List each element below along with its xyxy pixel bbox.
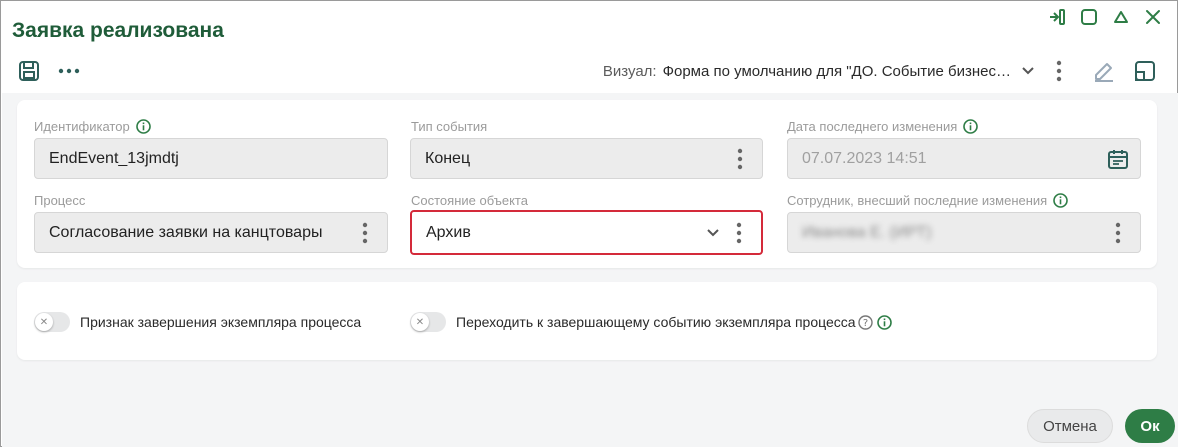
close-icon: ✕ [35, 313, 53, 331]
kebab-icon[interactable] [726, 145, 754, 173]
last-modified-label: Дата последнего изменения [787, 119, 979, 134]
help-icon[interactable]: ? [857, 314, 873, 330]
identifier-label: Идентификатор [34, 119, 151, 134]
svg-text:?: ? [862, 318, 867, 329]
kebab-icon[interactable] [1049, 59, 1069, 83]
dialog-window: Заявка реализована Визуал: Форма по умол… [0, 0, 1178, 447]
toolbar [17, 59, 81, 83]
event-type-field[interactable]: Конец [410, 138, 763, 179]
process-field[interactable]: Согласование заявки на канцтовары [34, 212, 388, 253]
more-icon[interactable] [57, 59, 81, 83]
visual-value: Форма по умолчанию для "ДО. Событие бизн… [662, 62, 1011, 80]
modified-by-field[interactable]: Иванова Е. (ИРТ) [787, 212, 1141, 253]
info-icon[interactable] [963, 119, 979, 134]
event-type-label: Тип события [411, 119, 488, 134]
ok-button[interactable]: Ок [1125, 409, 1175, 443]
close-icon: ✕ [411, 313, 429, 331]
chevron-down-icon[interactable] [703, 223, 723, 243]
object-state-label: Состояние объекта [411, 193, 528, 208]
completion-toggle-row: ✕ Признак завершения экземпляра процесса [34, 312, 361, 332]
cancel-button[interactable]: Отмена [1027, 409, 1113, 443]
dialog-title: Заявка реализована [12, 19, 224, 42]
chevron-down-icon[interactable] [1021, 66, 1035, 76]
layout-icon[interactable] [1132, 58, 1158, 84]
close-icon[interactable] [1143, 7, 1163, 27]
identifier-field[interactable]: EndEvent_13jmdtj [34, 138, 388, 179]
last-modified-field[interactable]: 07.07.2023 14:51 [787, 138, 1141, 179]
calendar-icon[interactable] [1104, 145, 1132, 173]
collapse-icon[interactable] [1111, 7, 1131, 27]
info-icon[interactable] [1053, 193, 1069, 208]
info-icon[interactable] [876, 314, 892, 330]
goto-final-toggle[interactable]: ✕ [410, 312, 446, 332]
info-icon[interactable] [135, 119, 151, 134]
visual-selector[interactable]: Визуал: Форма по умолчанию для "ДО. Собы… [603, 59, 1035, 83]
kebab-icon[interactable] [351, 219, 379, 247]
modified-by-label: Сотрудник, внесший последние изменения [787, 193, 1069, 208]
kebab-icon[interactable] [725, 219, 753, 247]
visual-label: Визуал: [602, 62, 657, 80]
save-icon[interactable] [17, 59, 41, 83]
edit-icon[interactable] [1091, 58, 1117, 84]
pin-icon[interactable] [1047, 7, 1067, 27]
window-controls [1047, 7, 1163, 27]
maximize-icon[interactable] [1079, 7, 1099, 27]
process-label: Процесс [34, 193, 86, 208]
goto-final-toggle-label: Переходить к завершающему событию экземп… [456, 314, 856, 330]
completion-toggle-label: Признак завершения экземпляра процесса [80, 314, 362, 330]
object-state-dropdown[interactable]: Архив [410, 210, 763, 255]
completion-toggle[interactable]: ✕ [34, 312, 70, 332]
goto-final-toggle-row: ✕ Переходить к завершающему событию экзе… [410, 312, 892, 332]
kebab-icon[interactable] [1104, 219, 1132, 247]
